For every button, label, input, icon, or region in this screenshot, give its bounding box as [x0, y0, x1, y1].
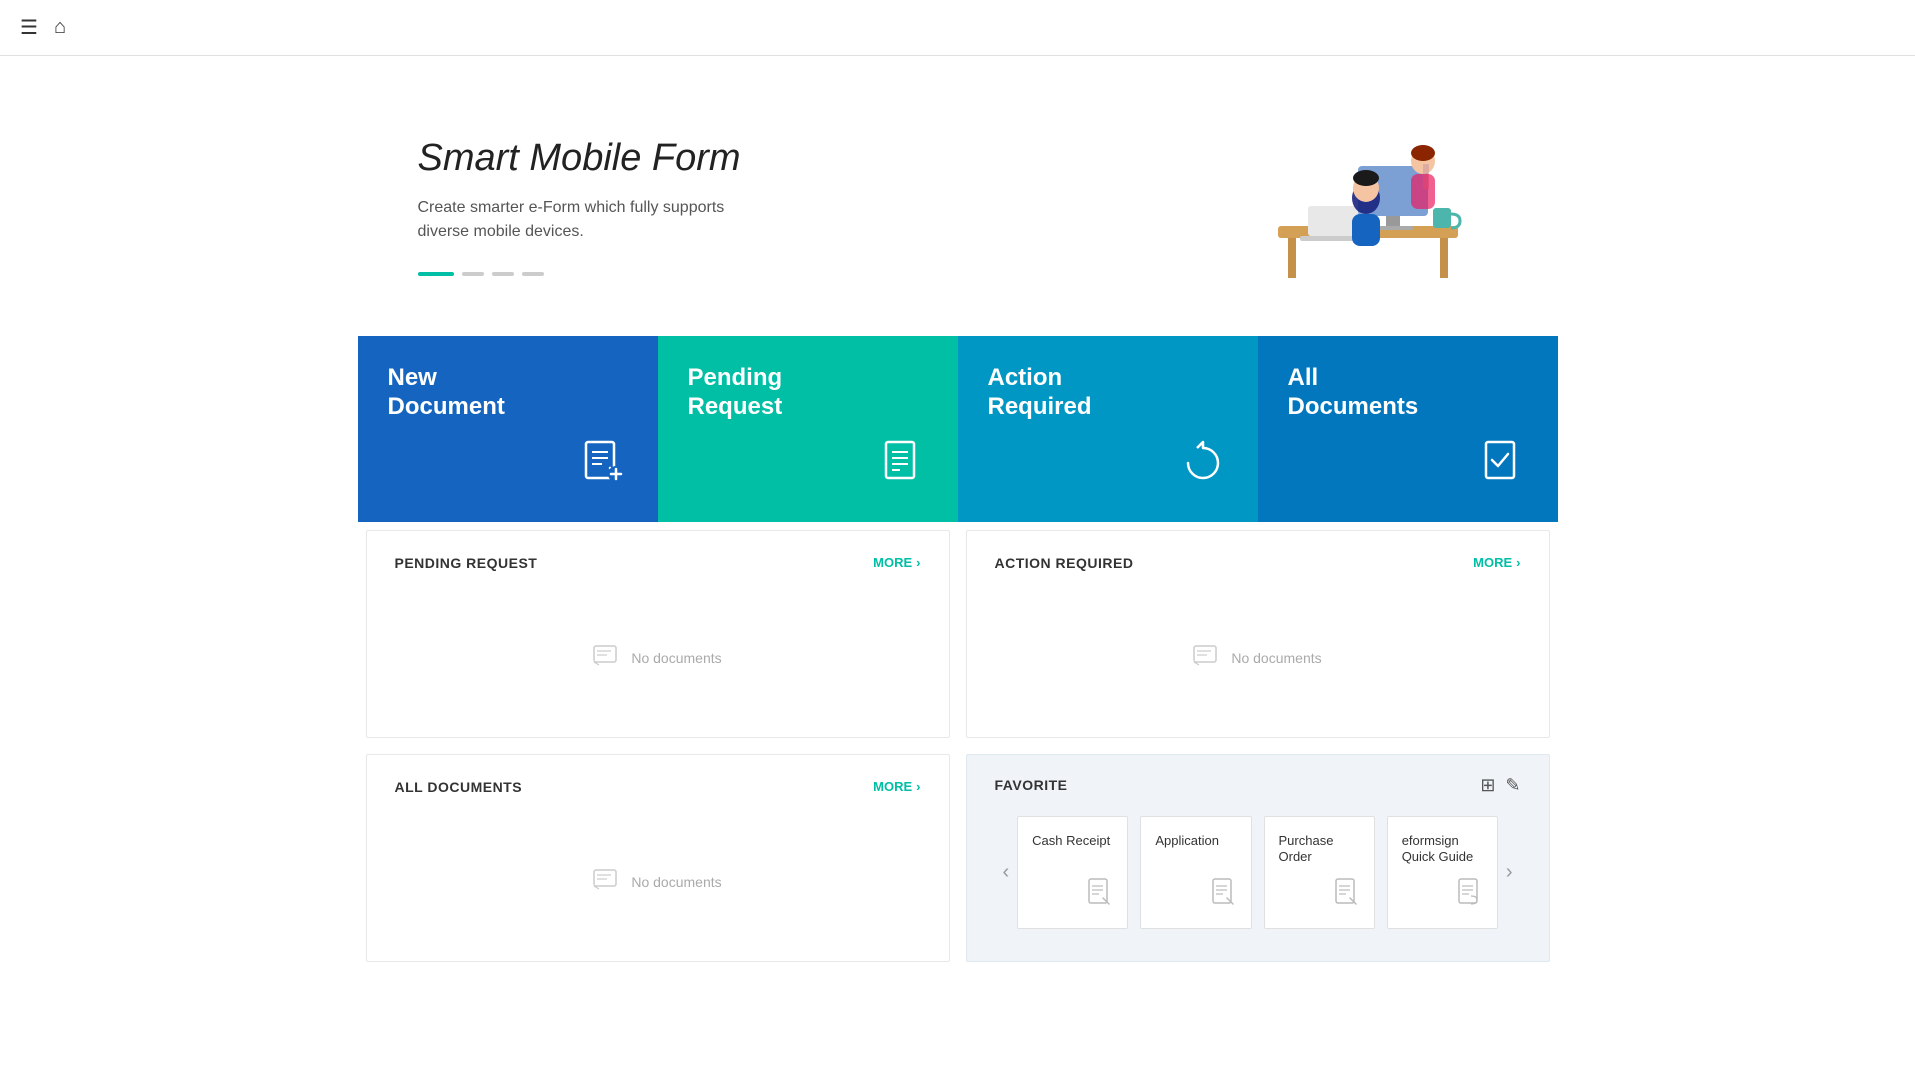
pending-request-card: PENDING REQUEST MORE ›	[366, 530, 950, 738]
hero-dots	[418, 272, 1218, 276]
favorite-add-button[interactable]: ⊞	[1480, 775, 1495, 796]
sections-grid: PENDING REQUEST MORE ›	[358, 522, 1558, 746]
favorite-item-cash-receipt[interactable]: Cash Receipt	[1017, 816, 1128, 930]
pending-request-icon	[688, 438, 928, 498]
favorite-edit-button[interactable]: ✎	[1505, 775, 1520, 796]
nav-tile-all-documents[interactable]: AllDocuments	[1258, 336, 1558, 522]
favorite-item-application-icon	[1155, 878, 1236, 912]
home-icon[interactable]: ⌂	[54, 16, 66, 39]
pending-request-title: PENDING REQUEST	[395, 555, 538, 571]
nav-tile-new-document-title: NewDocument	[388, 364, 628, 422]
favorite-items: Cash Receipt	[1017, 816, 1498, 930]
pending-request-header: PENDING REQUEST MORE ›	[395, 555, 921, 571]
bottom-grid: ALL DOCUMENTS MORE ›	[358, 746, 1558, 970]
favorite-item-quick-guide-icon	[1402, 878, 1483, 912]
dot-3[interactable]	[492, 272, 514, 276]
hero-title: Smart Mobile Form	[418, 137, 1218, 180]
new-document-icon	[388, 438, 628, 498]
favorite-header: FAVORITE ⊞ ✎	[995, 775, 1521, 796]
all-documents-more[interactable]: MORE ›	[873, 779, 920, 794]
favorite-item-quick-guide[interactable]: eformsign Quick Guide	[1387, 816, 1498, 930]
favorite-title: FAVORITE	[995, 777, 1068, 793]
all-documents-icon	[1288, 438, 1528, 498]
nav-tiles: NewDocument PendingRequest	[358, 336, 1558, 522]
action-required-icon	[988, 438, 1228, 498]
favorite-item-purchase-order-name: Purchase Order	[1279, 833, 1360, 867]
chevron-right-icon: ›	[1516, 555, 1520, 570]
pending-request-empty: No documents	[395, 603, 921, 713]
pending-no-docs-text: No documents	[631, 650, 721, 666]
topbar: ☰ ⌂	[0, 0, 1915, 56]
favorite-card: FAVORITE ⊞ ✎ ‹ Cash Receipt	[966, 754, 1550, 962]
favorite-item-purchase-order-icon	[1279, 878, 1360, 912]
action-required-more[interactable]: MORE ›	[1473, 555, 1520, 570]
hero-subtitle: Create smarter e-Form which fully suppor…	[418, 196, 1218, 244]
no-docs-icon	[593, 643, 621, 673]
favorite-item-cash-receipt-icon	[1032, 878, 1113, 912]
action-required-title: ACTION REQUIRED	[995, 555, 1134, 571]
favorite-item-cash-receipt-name: Cash Receipt	[1032, 833, 1113, 850]
no-docs-icon-2	[1193, 643, 1221, 673]
favorite-item-application-name: Application	[1155, 833, 1236, 850]
all-documents-card: ALL DOCUMENTS MORE ›	[366, 754, 950, 962]
action-no-docs-text: No documents	[1231, 650, 1321, 666]
nav-tile-action-required-title: ActionRequired	[988, 364, 1228, 422]
dot-1[interactable]	[418, 272, 454, 276]
carousel-prev-arrow[interactable]: ‹	[995, 853, 1018, 892]
favorite-item-application[interactable]: Application	[1140, 816, 1251, 930]
page-wrapper: ☰ ⌂ Smart Mobile Form Create smarter e-F…	[0, 0, 1915, 1078]
dot-2[interactable]	[462, 272, 484, 276]
favorite-actions: ⊞ ✎	[1480, 775, 1520, 796]
hamburger-icon[interactable]: ☰	[20, 15, 38, 40]
chevron-right-icon: ›	[916, 779, 920, 794]
hero-text: Smart Mobile Form Create smarter e-Form …	[418, 137, 1218, 276]
all-docs-no-docs-text: No documents	[631, 874, 721, 890]
hero-section: Smart Mobile Form Create smarter e-Form …	[358, 56, 1558, 336]
nav-tile-new-document[interactable]: NewDocument	[358, 336, 658, 522]
all-documents-title: ALL DOCUMENTS	[395, 779, 523, 795]
dot-4[interactable]	[522, 272, 544, 276]
carousel-next-arrow[interactable]: ›	[1498, 853, 1521, 892]
pending-request-more[interactable]: MORE ›	[873, 555, 920, 570]
chevron-right-icon: ›	[916, 555, 920, 570]
action-required-empty: No documents	[995, 603, 1521, 713]
nav-tile-pending-request[interactable]: PendingRequest	[658, 336, 958, 522]
all-documents-header: ALL DOCUMENTS MORE ›	[395, 779, 921, 795]
action-required-header: ACTION REQUIRED MORE ›	[995, 555, 1521, 571]
favorite-item-quick-guide-name: eformsign Quick Guide	[1402, 833, 1483, 867]
nav-tile-action-required[interactable]: ActionRequired	[958, 336, 1258, 522]
favorite-carousel: ‹ Cash Receipt	[995, 816, 1521, 930]
no-docs-icon-3	[593, 867, 621, 897]
all-documents-empty: No documents	[395, 827, 921, 937]
favorite-item-purchase-order[interactable]: Purchase Order	[1264, 816, 1375, 930]
main-content: Smart Mobile Form Create smarter e-Form …	[358, 56, 1558, 1010]
nav-tile-pending-request-title: PendingRequest	[688, 364, 928, 422]
action-required-card: ACTION REQUIRED MORE ›	[966, 530, 1550, 738]
nav-tile-all-documents-title: AllDocuments	[1288, 364, 1528, 422]
hero-illustration	[1218, 106, 1498, 306]
